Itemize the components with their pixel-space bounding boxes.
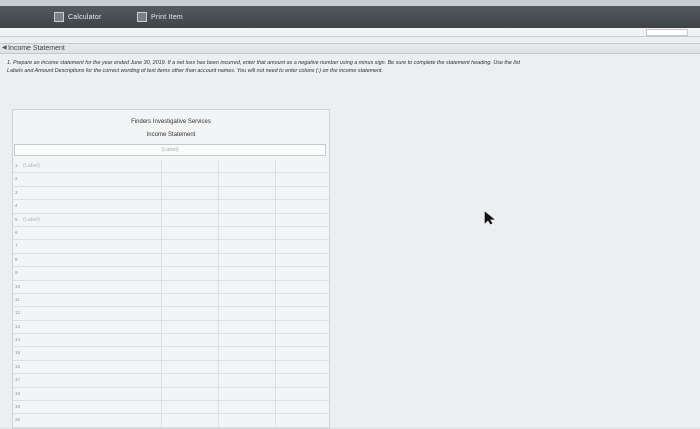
row-number: 5: [15, 216, 18, 222]
row-number: 19: [15, 404, 21, 410]
row-number: 14: [15, 337, 21, 343]
row-label-select[interactable]: [23, 348, 161, 358]
row-number: 3: [15, 189, 18, 195]
row-label-select[interactable]: [23, 188, 161, 198]
row-label-select[interactable]: [23, 402, 161, 412]
row-label-select[interactable]: [23, 174, 161, 184]
statement-row: 8: [13, 254, 329, 268]
row-number: 1: [15, 163, 18, 168]
statement-row: 16: [13, 361, 329, 375]
print-icon: [137, 12, 147, 22]
row-label-select[interactable]: [23, 295, 161, 305]
row-number: 17: [15, 377, 21, 383]
row-label-select[interactable]: (Label): [23, 161, 161, 171]
statement-row: 10: [13, 281, 329, 294]
row-label-select[interactable]: [23, 255, 161, 265]
statement-grid: 1 (Label) 2 3 4 5 (Label) 6 7 8 9 10 11 12 13 14 15 16 17 1…: [13, 160, 329, 428]
statement-row: 14: [13, 334, 329, 348]
statement-row: 19: [13, 401, 329, 415]
row-number: 15: [15, 350, 21, 356]
tab-stub[interactable]: [646, 29, 688, 36]
row-label-select[interactable]: [23, 415, 161, 425]
statement-row: 11: [13, 294, 329, 308]
statement-row: 15: [13, 347, 329, 361]
row-number: 13: [15, 323, 21, 329]
row-label-select[interactable]: [23, 362, 161, 372]
row-label-select[interactable]: [23, 201, 161, 211]
row-number: 11: [15, 296, 20, 302]
print-item-label: Print Item: [151, 13, 183, 21]
company-name[interactable]: Finders Investigative Services: [13, 119, 329, 125]
statement-row: 1 (Label): [13, 160, 329, 174]
column-divider: [161, 160, 162, 428]
statement-row: 20: [13, 414, 329, 428]
content-area: ◀ Income Statement 1. Prepare an income …: [0, 37, 700, 429]
statement-row: 5 (Label): [13, 214, 329, 227]
row-number: 20: [15, 417, 21, 423]
row-number: 18: [15, 390, 21, 396]
row-label-select[interactable]: [23, 268, 161, 278]
row-label-select[interactable]: [23, 241, 161, 251]
toolbar: Calculator Print Item: [0, 6, 700, 28]
statement-row: 13: [13, 321, 329, 335]
row-number: 4: [15, 203, 18, 209]
instruction-line-1: 1. Prepare an income statement for the y…: [7, 60, 521, 66]
tab-strip: [0, 28, 700, 37]
heading-label-select[interactable]: (Label): [14, 144, 326, 156]
statement-heading: Finders Investigative Services Income St…: [13, 110, 329, 160]
row-number: 10: [15, 283, 21, 289]
row-label-select[interactable]: [23, 389, 161, 399]
calculator-button[interactable]: Calculator: [54, 10, 102, 24]
row-label-select[interactable]: [23, 308, 161, 318]
row-number: 16: [15, 363, 21, 369]
row-label-select[interactable]: [23, 335, 161, 345]
section-title: Income Statement: [8, 45, 65, 52]
row-label-select[interactable]: [23, 228, 161, 238]
row-number: 2: [15, 176, 18, 182]
statement-row: 12: [13, 307, 329, 321]
section-header[interactable]: ◀ Income Statement: [0, 43, 700, 54]
income-statement-form: Finders Investigative Services Income St…: [12, 109, 330, 429]
statement-row: 6: [13, 227, 329, 241]
row-label-select[interactable]: [23, 375, 161, 385]
instructions: 1. Prepare an income statement for the y…: [7, 59, 697, 75]
row-label-select[interactable]: (Label): [23, 215, 161, 225]
statement-title[interactable]: Income Statement: [13, 132, 329, 138]
statement-row: 7: [13, 240, 329, 254]
statement-row: 2: [13, 173, 329, 187]
calculator-icon: [54, 12, 64, 22]
instruction-line-2: Labels and Amount Descriptions for the c…: [7, 68, 384, 74]
statement-row: 17: [13, 374, 329, 388]
row-number: 8: [15, 256, 18, 262]
row-number: 9: [15, 270, 18, 276]
row-number: 7: [15, 243, 18, 249]
statement-row: 4: [13, 200, 329, 214]
row-number: 12: [15, 310, 21, 316]
calculator-label: Calculator: [68, 13, 102, 21]
statement-row: 9: [13, 267, 329, 281]
collapse-arrow-icon[interactable]: ◀: [2, 44, 7, 53]
statement-row: 3: [13, 187, 329, 201]
column-divider: [275, 160, 276, 428]
row-label-select[interactable]: [23, 282, 161, 292]
print-item-button[interactable]: Print Item: [137, 10, 183, 24]
row-label-select[interactable]: [23, 322, 161, 332]
column-divider: [218, 160, 219, 428]
row-number: 6: [15, 229, 18, 235]
statement-row: 18: [13, 388, 329, 402]
